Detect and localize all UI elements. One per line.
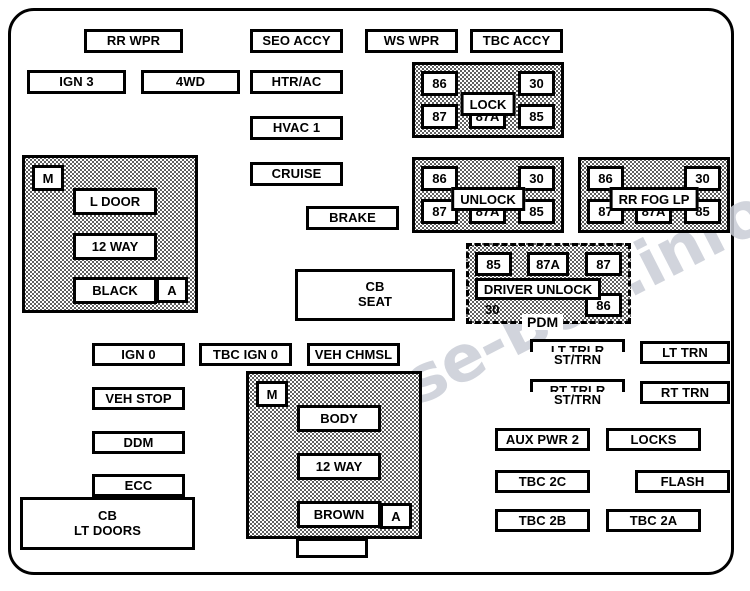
relay-name-plate: RR FOG LP xyxy=(609,187,699,211)
fuse-veh-chmsl[interactable]: VEH CHMSL xyxy=(307,343,400,366)
fuse-rt-trn[interactable]: RT TRN xyxy=(640,381,730,404)
relay-rr-fog-lp-relay[interactable]: 86 30 87 87A 85 RR FOG LP xyxy=(578,157,730,233)
connector-plate-12-way: 12 WAY xyxy=(297,453,381,480)
connector-body-connector[interactable]: M A BODY 12 WAY BROWN xyxy=(246,371,422,539)
fuse-ign-0[interactable]: IGN 0 xyxy=(92,343,185,366)
relay-lock-relay[interactable]: 86 30 87 87A 85 LOCK xyxy=(412,62,564,138)
circuit-breaker-cb-lt-doors[interactable]: CB LT DOORS xyxy=(20,497,195,550)
circuit-breaker-line-1: CB xyxy=(98,507,117,523)
relay-name-plate: LOCK xyxy=(460,92,516,116)
circuit-breaker-line-2: SEAT xyxy=(357,294,393,309)
connector-pin-m: M xyxy=(256,381,288,407)
pdm-pin-85: 85 xyxy=(475,252,512,276)
connector-pin-m: M xyxy=(32,165,64,191)
fuse-tbc-accy[interactable]: TBC ACCY xyxy=(470,29,563,53)
fuse-ddm[interactable]: DDM xyxy=(92,431,185,454)
fuse-ws-wpr[interactable]: WS WPR xyxy=(365,29,458,53)
relay-pin-30-top-right: 30 xyxy=(518,71,555,96)
fuse-htr-ac[interactable]: HTR/AC xyxy=(250,70,343,94)
pdm-label: PDM xyxy=(522,314,564,330)
relay-pin-86-top-left: 86 xyxy=(421,71,458,96)
fuse-box-diagram: Fuse-Box.info RR WPRIGN 34WDSEO ACCYHTR/… xyxy=(0,0,750,591)
fuse-locks[interactable]: LOCKS xyxy=(606,428,701,451)
circuit-breaker-line-2: LT DOORS xyxy=(74,522,141,538)
fuse-veh-stop[interactable]: VEH STOP xyxy=(92,387,185,410)
fuse-flash[interactable]: FLASH xyxy=(635,470,730,493)
fuse-rt-trlr-sublabel: ST/TRN xyxy=(530,392,625,407)
fuse-brake[interactable]: BRAKE xyxy=(306,206,399,230)
relay-pin-87-bottom-left: 87 xyxy=(421,104,458,129)
relay-name-plate: UNLOCK xyxy=(451,187,525,211)
circuit-breaker-line-1: CB xyxy=(365,279,385,295)
connector-plate-l-door: L DOOR xyxy=(73,188,157,215)
fuse-tbc-2b[interactable]: TBC 2B xyxy=(495,509,590,532)
fuse-4wd[interactable]: 4WD xyxy=(141,70,240,94)
fuse-tbc-2a[interactable]: TBC 2A xyxy=(606,509,701,532)
pdm-terminal-30: 30 xyxy=(485,302,500,317)
fuse-lt-trn[interactable]: LT TRN xyxy=(640,341,730,364)
connector-pin-a: A xyxy=(156,277,188,303)
connector-plate-black: BLACK xyxy=(73,277,157,304)
fuse-tbc-ign-0[interactable]: TBC IGN 0 xyxy=(199,343,292,366)
pdm-pdm-module[interactable]: 85 87A 87 86 DRIVER UNLOCK 30 xyxy=(466,243,631,324)
fuse-rt-trlr[interactable]: RT TRLR ST/TRN xyxy=(530,379,625,409)
fuse-seo-accy[interactable]: SEO ACCY xyxy=(250,29,343,53)
fuse-lt-trlr[interactable]: LT TRLR ST/TRN xyxy=(530,339,625,369)
circuit-breaker-cb-seat[interactable]: CB SEAT xyxy=(295,269,455,321)
pdm-relay-name-plate: DRIVER UNLOCK xyxy=(475,278,601,300)
relay-unlock-relay[interactable]: 86 30 87 87A 85 UNLOCK xyxy=(412,157,564,233)
connector-left-door-connector[interactable]: M A L DOOR 12 WAY BLACK xyxy=(22,155,198,313)
fuse-lt-trlr-sublabel: ST/TRN xyxy=(530,352,625,367)
fuse-cruise[interactable]: CRUISE xyxy=(250,162,343,186)
pdm-pin-87: 87 xyxy=(585,252,622,276)
fuse-ecc[interactable]: ECC xyxy=(92,474,185,497)
connector-plate-brown: BROWN xyxy=(297,501,381,528)
connector-stub[interactable] xyxy=(296,538,368,558)
fuse-ign-3[interactable]: IGN 3 xyxy=(27,70,126,94)
connector-pin-a: A xyxy=(380,503,412,529)
fuse-tbc-2c[interactable]: TBC 2C xyxy=(495,470,590,493)
connector-plate-12-way: 12 WAY xyxy=(73,233,157,260)
fuse-hvac-1[interactable]: HVAC 1 xyxy=(250,116,343,140)
fuse-rr-wpr[interactable]: RR WPR xyxy=(84,29,183,53)
fuse-aux-pwr-2[interactable]: AUX PWR 2 xyxy=(495,428,590,451)
pdm-pin-87a: 87A xyxy=(527,252,569,276)
connector-plate-body: BODY xyxy=(297,405,381,432)
relay-pin-85-bottom-right: 85 xyxy=(518,104,555,129)
